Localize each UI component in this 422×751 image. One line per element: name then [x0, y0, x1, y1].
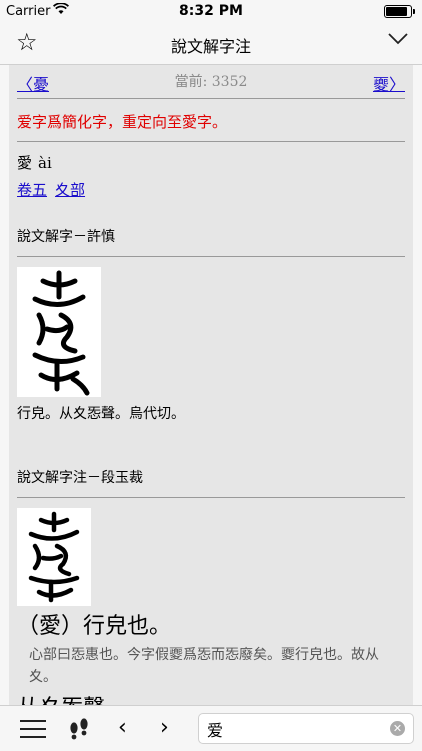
seal-script-image: [17, 508, 91, 606]
duan-annotation: 心部曰㤅惠也。今字假夒爲㤅而㤅廢矣。夒行皃也。故从夊。: [29, 647, 379, 685]
duan-main-text: （愛）行皃也。: [17, 614, 172, 639]
search-input[interactable]: [207, 719, 377, 738]
footprints-icon[interactable]: [66, 716, 92, 742]
duan-main-text-2: 从夊㤅聲。: [17, 690, 405, 705]
entry-links: 卷五 夊部: [17, 179, 405, 200]
entry-character: 愛: [17, 154, 33, 172]
chevron-right-icon[interactable]: ›: [160, 715, 169, 740]
navigation-bar: ☆ 說文解字注: [0, 22, 422, 65]
menu-icon[interactable]: [20, 720, 46, 738]
dictionary-content[interactable]: 〈憂 當前: 3352 夒〉 爱字爲簡化字，重定向至愛字。 愛 ài 卷五 夊部 說…: [9, 65, 413, 705]
redirect-notice: 爱字爲簡化字，重定向至愛字。: [17, 111, 405, 142]
clear-icon[interactable]: ✕: [390, 721, 405, 736]
pager: 〈憂 當前: 3352 夒〉: [17, 65, 405, 99]
clock: 8:32 PM: [179, 3, 243, 19]
seal-script-image: [17, 267, 101, 397]
current-entry-label: 當前: 3352: [174, 74, 248, 90]
search-field[interactable]: ✕: [198, 713, 414, 744]
status-bar: Carrier 8:32 PM: [0, 0, 422, 22]
battery-icon: [384, 5, 415, 18]
section-heading-duan: 說文解字注－段玉裁: [17, 467, 405, 498]
entry-header: 愛 ài: [17, 152, 405, 173]
section-heading-xushen: 說文解字－許慎: [17, 226, 405, 257]
bottom-toolbar: ‹ › ✕: [0, 705, 422, 751]
volume-link[interactable]: 卷五: [17, 181, 47, 199]
radical-link[interactable]: 夊部: [55, 181, 85, 199]
xushen-gloss: 行皃。从夊㤅聲。烏代切。: [17, 406, 185, 422]
chevron-down-icon[interactable]: [388, 30, 408, 49]
battery-fill: [386, 7, 407, 16]
next-entry-link[interactable]: 夒〉: [373, 71, 405, 95]
page-title: 說文解字注: [170, 37, 251, 56]
chevron-left-icon[interactable]: ‹: [118, 715, 127, 740]
entry-pinyin: ài: [38, 154, 52, 172]
